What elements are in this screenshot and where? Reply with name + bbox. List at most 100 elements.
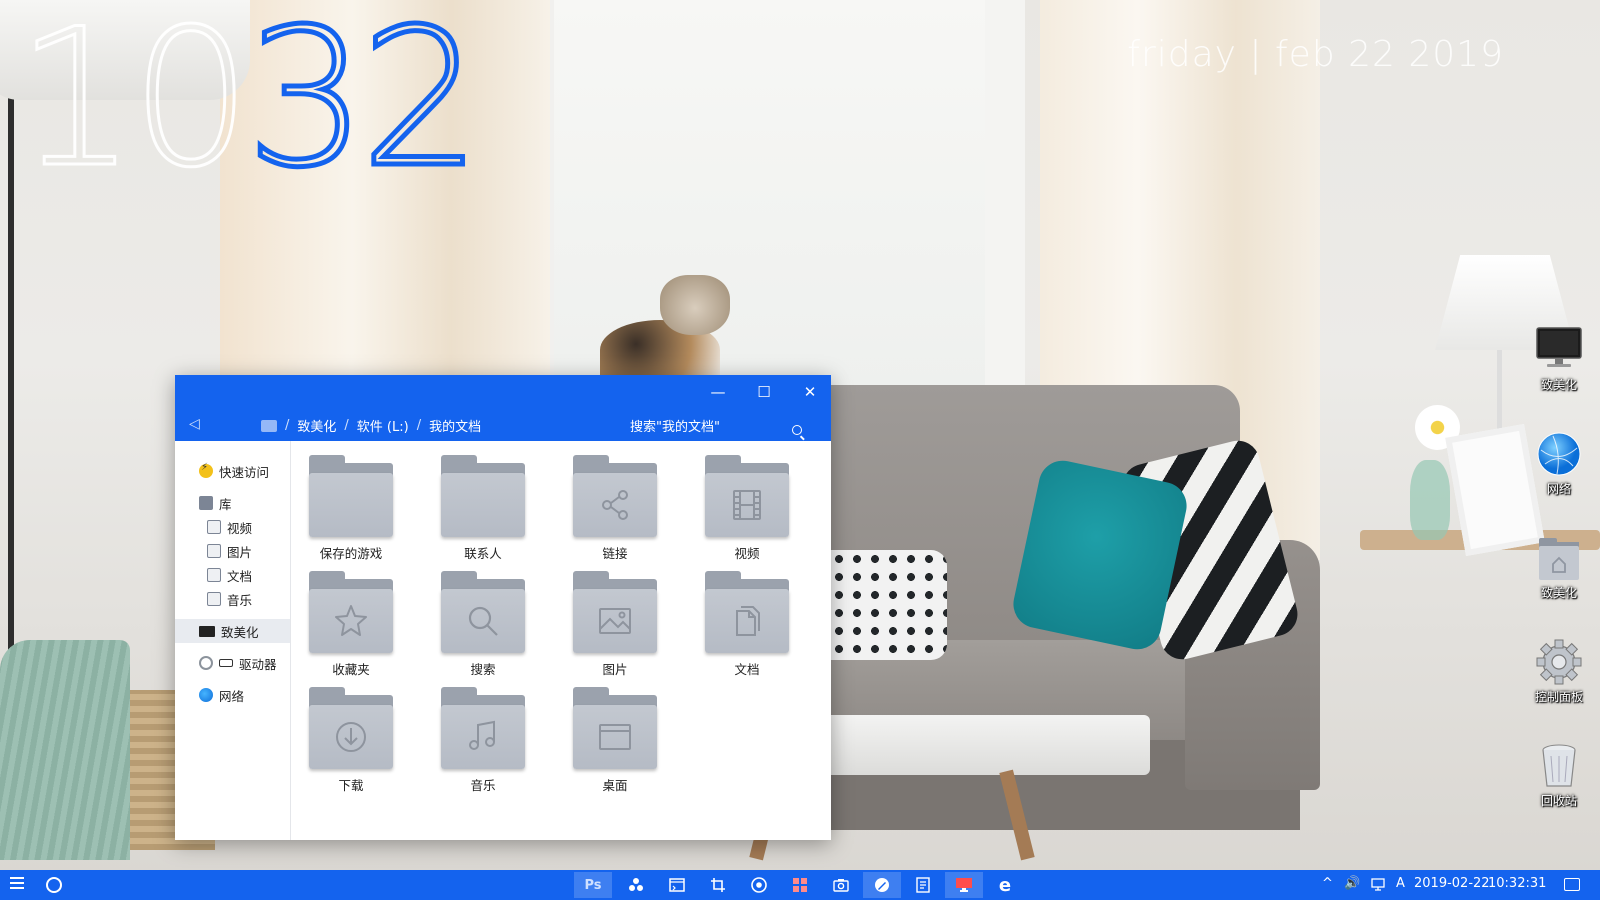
taskbar-app-chrome[interactable] — [740, 872, 778, 898]
nav-quick-access[interactable]: 快速访问 — [175, 459, 290, 483]
clock-hours: 10 — [15, 0, 254, 209]
folder-searches[interactable]: 搜索 — [435, 571, 531, 681]
maximize-button[interactable]: ☐ — [741, 375, 787, 409]
close-button[interactable]: ✕ — [787, 375, 833, 409]
search-input[interactable]: 搜索"我的文档" — [630, 416, 810, 435]
start-menu-button[interactable] — [10, 877, 24, 891]
remote-desktop-icon — [956, 878, 972, 892]
taskbar-app-3[interactable] — [658, 872, 696, 898]
network-tray-icon[interactable] — [1371, 878, 1385, 895]
ime-indicator[interactable]: A — [1396, 876, 1405, 891]
document-library-icon — [207, 568, 221, 582]
folder-favorites[interactable]: 收藏夹 — [303, 571, 399, 681]
share-icon — [602, 490, 628, 520]
folder-contacts[interactable]: 联系人 — [435, 455, 531, 565]
desktop-icon-label: 网络 — [1546, 482, 1571, 496]
taskbar: Ps e ^ 🔊 A 2019-02-22 10:32:31 — [0, 870, 1600, 900]
folder-label: 联系人 — [464, 546, 502, 561]
folder-music[interactable]: 音乐 — [435, 687, 531, 797]
nav-library-music[interactable]: 音乐 — [175, 587, 290, 611]
notification-center-icon[interactable] — [1564, 878, 1580, 891]
pen-app-icon — [875, 878, 889, 892]
nav-library-videos[interactable]: 视频 — [175, 515, 290, 539]
desktop-icon-label: 控制面板 — [1534, 690, 1583, 704]
folder-icon — [705, 571, 789, 653]
folder-icon — [573, 687, 657, 769]
taskbar-app-notepad[interactable] — [904, 872, 942, 898]
back-button[interactable]: ◁ — [189, 416, 200, 432]
breadcrumb-item[interactable]: 我的文档 — [429, 416, 481, 435]
photoshop-icon: Ps — [584, 877, 602, 893]
search-icon[interactable] — [792, 425, 802, 435]
gear-icon — [1531, 638, 1587, 686]
folder-downloads[interactable]: 下载 — [303, 687, 399, 797]
taskbar-app-8[interactable] — [863, 872, 901, 898]
folder-desktop[interactable]: 桌面 — [567, 687, 663, 797]
folder-pictures[interactable]: 图片 — [567, 571, 663, 681]
chrome-icon — [751, 877, 767, 893]
taskbar-time[interactable]: 10:32:31 — [1488, 876, 1546, 891]
folder-icon — [573, 571, 657, 653]
address-bar: ◁ / 致美化 / 软件 (L:) / 我的文档 搜索"我的文档" — [175, 409, 831, 441]
folder-saved-games[interactable]: 保存的游戏 — [303, 455, 399, 565]
nav-library-pictures[interactable]: 图片 — [175, 539, 290, 563]
folder-links[interactable]: 链接 — [567, 455, 663, 565]
window-titlebar[interactable]: — ☐ ✕ — [175, 375, 831, 409]
taskbar-date[interactable]: 2019-02-22 — [1414, 876, 1490, 891]
nav-label: 网络 — [219, 688, 245, 704]
minimize-button[interactable]: — — [695, 375, 741, 409]
cortana-search-button[interactable] — [46, 877, 62, 893]
desktop-icon-label: 致美化 — [1540, 586, 1577, 600]
nav-library[interactable]: 库 — [175, 491, 290, 515]
desktop-window-icon — [599, 724, 631, 750]
hamburger-line — [10, 877, 24, 879]
desktop-icon-control-panel[interactable]: 控制面板 — [1525, 638, 1593, 705]
nav-network[interactable]: 网络 — [175, 683, 290, 707]
folder-icon — [441, 455, 525, 537]
lightning-icon — [199, 462, 213, 478]
taskbar-app-photoshop[interactable]: Ps — [574, 872, 612, 898]
volume-icon[interactable]: 🔊 — [1344, 876, 1360, 891]
wallpaper-lamp-pole — [8, 90, 14, 650]
desktop-icon-label: 致美化 — [1540, 378, 1577, 392]
nav-drives[interactable]: 驱动器 — [175, 651, 290, 675]
biohazard-icon — [629, 878, 643, 891]
folder-icon — [309, 455, 393, 537]
breadcrumb-item[interactable]: 致美化 — [297, 416, 336, 435]
breadcrumb-separator: / — [416, 418, 422, 433]
taskbar-app-ie[interactable]: e — [986, 872, 1024, 898]
desktop-icon-label: 回收站 — [1540, 794, 1577, 808]
wallpaper-vase — [1410, 460, 1450, 540]
desktop-icon-user-folder[interactable]: 致美化 — [1525, 534, 1593, 601]
taskbar-app-4[interactable] — [699, 872, 737, 898]
desktop-icon-this-pc[interactable]: 致美化 — [1525, 326, 1593, 393]
folder-videos[interactable]: 视频 — [699, 455, 795, 565]
nav-library-documents[interactable]: 文档 — [175, 563, 290, 587]
download-icon — [336, 722, 366, 752]
taskbar-app-remote-desktop[interactable] — [945, 872, 983, 898]
nav-label: 音乐 — [227, 592, 253, 608]
folder-icon — [441, 571, 525, 653]
folder-icon — [573, 455, 657, 537]
desktop-icon-recycle-bin[interactable]: 回收站 — [1525, 742, 1593, 809]
taskbar-app-camera[interactable] — [822, 872, 860, 898]
folder-label: 下载 — [338, 778, 364, 793]
nav-label: 快速访问 — [219, 464, 270, 480]
folder-label: 收藏夹 — [332, 662, 370, 677]
desktop-icon-network[interactable]: 网络 — [1525, 430, 1593, 497]
network-globe-icon — [1531, 430, 1587, 478]
star-icon — [335, 605, 367, 636]
folder-label: 桌面 — [602, 778, 628, 793]
tray-overflow-chevron[interactable]: ^ — [1322, 876, 1333, 891]
folder-icon — [309, 571, 393, 653]
nav-label: 库 — [219, 496, 232, 512]
taskbar-app-6[interactable] — [781, 872, 819, 898]
taskbar-app-2[interactable] — [617, 872, 655, 898]
nav-this-pc[interactable]: 致美化 — [175, 619, 290, 643]
folder-documents[interactable]: 文档 — [699, 571, 795, 681]
nav-label: 图片 — [227, 544, 253, 560]
breadcrumb-item[interactable]: 软件 (L:) — [357, 416, 409, 435]
library-icon — [199, 496, 213, 510]
explorer-body: 快速访问 库 视频 图片 文档 音乐 — [175, 441, 831, 840]
document-icon — [736, 606, 760, 636]
